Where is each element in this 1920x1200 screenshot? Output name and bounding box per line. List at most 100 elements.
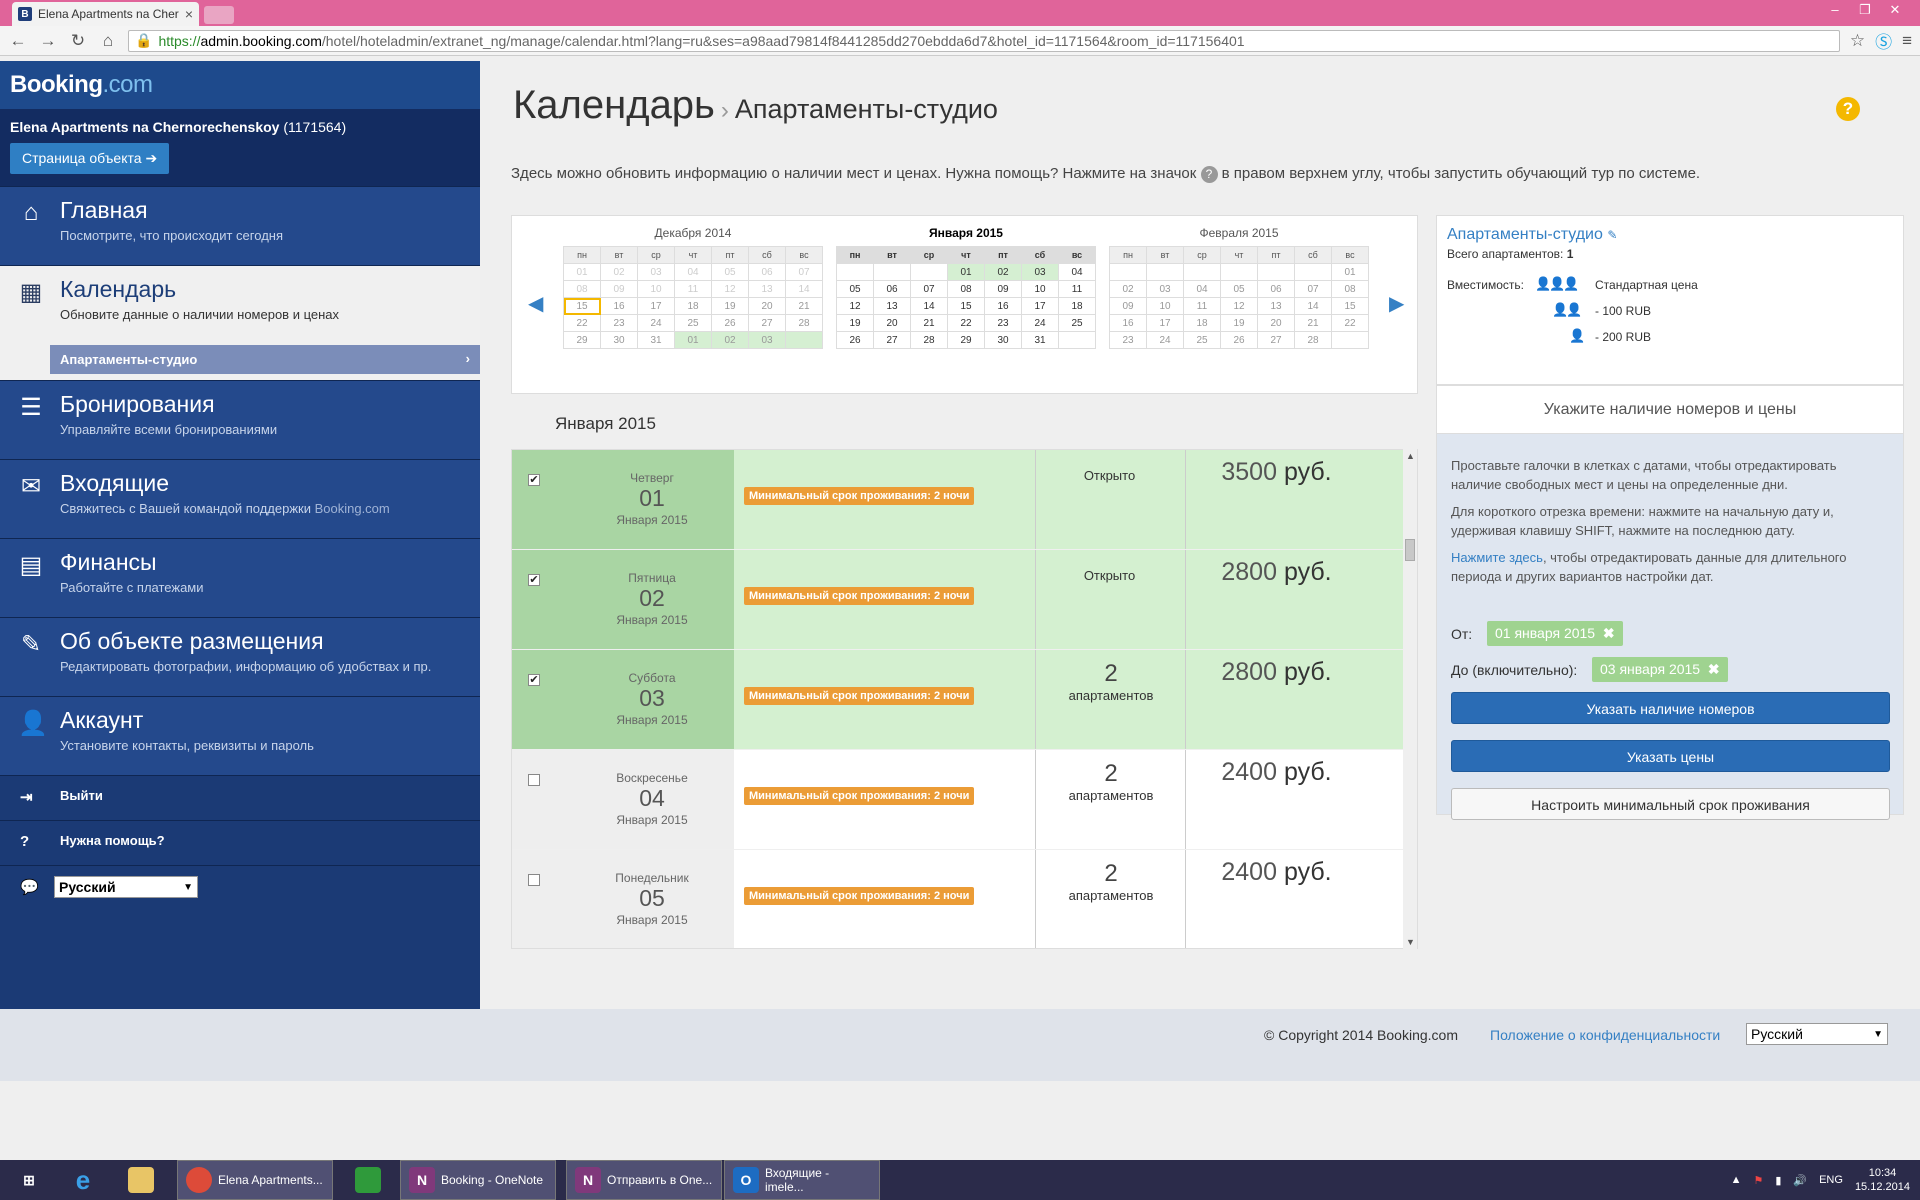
taskbar-explorer[interactable]: [120, 1160, 162, 1200]
calendar-day[interactable]: 16: [601, 298, 638, 315]
calendar-day[interactable]: 26: [837, 332, 874, 349]
reload-icon[interactable]: ↻: [68, 31, 88, 51]
min-stay-badge[interactable]: Минимальный срок проживания: 2 ночи: [744, 787, 975, 805]
scroll-up-icon[interactable]: ▲: [1406, 451, 1415, 461]
taskbar-onenote[interactable]: N Booking - OneNote: [400, 1160, 556, 1200]
to-date-tag[interactable]: 03 января 2015 ✖: [1592, 657, 1728, 682]
calendar-day[interactable]: 01: [675, 332, 712, 349]
price-cell[interactable]: 2800 руб.: [1186, 650, 1417, 749]
set-prices-button[interactable]: Указать цены: [1451, 740, 1890, 772]
calendar-day[interactable]: 09: [601, 281, 638, 298]
footer-language-select[interactable]: Русский ▼: [1746, 1023, 1888, 1045]
taskbar-chrome[interactable]: Elena Apartments...: [177, 1160, 333, 1200]
browser-tab[interactable]: B Elena Apartments na Cher ×: [12, 2, 199, 26]
day-row[interactable]: Воскресенье 04 Января 2015 Минимальный срок…: [512, 750, 1417, 849]
nav-finance[interactable]: ▤ Финансы Работайте с платежами: [0, 538, 480, 617]
new-tab-button[interactable]: [204, 6, 234, 24]
close-tab-icon[interactable]: ×: [185, 6, 193, 22]
subnav-item-studio[interactable]: Апартаменты-студио ›: [50, 345, 480, 374]
calendar-day[interactable]: 03: [749, 332, 786, 349]
price-cell[interactable]: 3500 руб.: [1186, 450, 1417, 549]
calendar-day[interactable]: 31: [1022, 332, 1059, 349]
calendar-day[interactable]: 10: [1147, 298, 1184, 315]
language-select[interactable]: Русский ▼: [54, 876, 198, 898]
calendar-day[interactable]: 11: [1184, 298, 1221, 315]
calendar-day[interactable]: 11: [1059, 281, 1096, 298]
calendar-day[interactable]: 21: [786, 298, 823, 315]
tray-chevron-icon[interactable]: ▲: [1731, 1174, 1742, 1186]
set-availability-button[interactable]: Указать наличие номеров: [1451, 692, 1890, 724]
calendar-day[interactable]: 28: [786, 315, 823, 332]
calendar-day[interactable]: 29: [564, 332, 601, 349]
calendar-day[interactable]: 06: [1258, 281, 1295, 298]
calendar-day[interactable]: 04: [1184, 281, 1221, 298]
calendar-day[interactable]: 18: [675, 298, 712, 315]
calendar-day[interactable]: 13: [874, 298, 911, 315]
day-row[interactable]: Понедельник 05 Января 2015 Минимальный срок…: [512, 850, 1417, 948]
calendar-day[interactable]: 14: [786, 281, 823, 298]
taskbar-ie[interactable]: e: [62, 1160, 104, 1200]
calendar-day[interactable]: 26: [1221, 332, 1258, 349]
calendar-day[interactable]: 11: [675, 281, 712, 298]
calendar-day[interactable]: 23: [1110, 332, 1147, 349]
day-row[interactable]: ✔ Пятница 02 Января 2015 Минимальный срок пр…: [512, 550, 1417, 649]
calendar-day[interactable]: 30: [601, 332, 638, 349]
calendar-day[interactable]: 07: [786, 264, 823, 281]
back-icon[interactable]: ←: [8, 31, 28, 51]
restore-icon[interactable]: ❐: [1850, 2, 1880, 20]
calendar-day[interactable]: 22: [564, 315, 601, 332]
calendar-day[interactable]: 14: [911, 298, 948, 315]
calendar-day[interactable]: 13: [1258, 298, 1295, 315]
calendar-day[interactable]: 27: [874, 332, 911, 349]
set-min-stay-button[interactable]: Настроить минимальный срок проживания: [1451, 788, 1890, 820]
day-checkbox[interactable]: ✔: [528, 474, 540, 486]
room-title-link[interactable]: Апартаменты-студио ✎: [1447, 226, 1893, 244]
calendar-day[interactable]: 12: [837, 298, 874, 315]
calendar-day[interactable]: 20: [874, 315, 911, 332]
calendar-day[interactable]: 30: [985, 332, 1022, 349]
calendar-day[interactable]: 17: [1147, 315, 1184, 332]
calendar-day[interactable]: 25: [675, 315, 712, 332]
calendar-day[interactable]: 24: [638, 315, 675, 332]
calendar-day[interactable]: 19: [837, 315, 874, 332]
calendar-day[interactable]: 23: [601, 315, 638, 332]
calendar-day[interactable]: 28: [1295, 332, 1332, 349]
nav-home[interactable]: ⌂ Главная Посмотрите, что происходит сег…: [0, 186, 480, 265]
calendar-day[interactable]: 07: [911, 281, 948, 298]
clock[interactable]: 10:34 15.12.2014: [1855, 1166, 1910, 1194]
availability-cell[interactable]: 2 апартаментов: [1036, 750, 1186, 849]
calendar-day[interactable]: 08: [564, 281, 601, 298]
calendar-day[interactable]: 20: [749, 298, 786, 315]
nav-calendar[interactable]: ▦ Календарь Обновите данные о наличии но…: [0, 265, 480, 345]
calendar-day[interactable]: 26: [712, 315, 749, 332]
day-row[interactable]: ✔ Четверг 01 Января 2015 Минимальный срок пр…: [512, 450, 1417, 549]
taskbar-store[interactable]: [347, 1160, 389, 1200]
calendar-day[interactable]: 18: [1059, 298, 1096, 315]
day-row[interactable]: ✔ Суббота 03 Января 2015 Минимальный срок пр…: [512, 650, 1417, 749]
bookmark-star-icon[interactable]: ☆: [1850, 31, 1865, 51]
booking-logo[interactable]: Booking.com: [0, 61, 480, 109]
calendar-day[interactable]: 29: [948, 332, 985, 349]
help-tour-icon[interactable]: ?: [1836, 97, 1860, 121]
calendar-day[interactable]: 31: [638, 332, 675, 349]
taskbar-onenote-clip[interactable]: N Отправить в One...: [566, 1160, 722, 1200]
price-cell[interactable]: 2800 руб.: [1186, 550, 1417, 649]
calendar-day[interactable]: 09: [1110, 298, 1147, 315]
availability-cell[interactable]: Открыто: [1036, 450, 1186, 549]
calendar-day[interactable]: 02: [601, 264, 638, 281]
volume-icon[interactable]: 🔊: [1793, 1174, 1807, 1187]
calendar-day[interactable]: 04: [675, 264, 712, 281]
home-button-icon[interactable]: ⌂: [98, 31, 118, 51]
calendar-day[interactable]: 02: [1110, 281, 1147, 298]
calendar-day[interactable]: 03: [1022, 264, 1059, 281]
calendar-day[interactable]: 04: [1059, 264, 1096, 281]
property-page-button[interactable]: Страница объекта ➔: [10, 143, 170, 174]
nav-inbox[interactable]: ✉ Входящие Свяжитесь с Вашей командой по…: [0, 459, 480, 538]
logout-link[interactable]: ⇥ Выйти: [0, 775, 480, 820]
calendar-day[interactable]: 05: [1221, 281, 1258, 298]
calendar-day[interactable]: 16: [985, 298, 1022, 315]
close-window-icon[interactable]: ✕: [1880, 2, 1910, 20]
calendar-day[interactable]: 06: [749, 264, 786, 281]
calendar-day[interactable]: 12: [712, 281, 749, 298]
nav-account[interactable]: 👤 Аккаунт Установите контакты, реквизиты…: [0, 696, 480, 775]
